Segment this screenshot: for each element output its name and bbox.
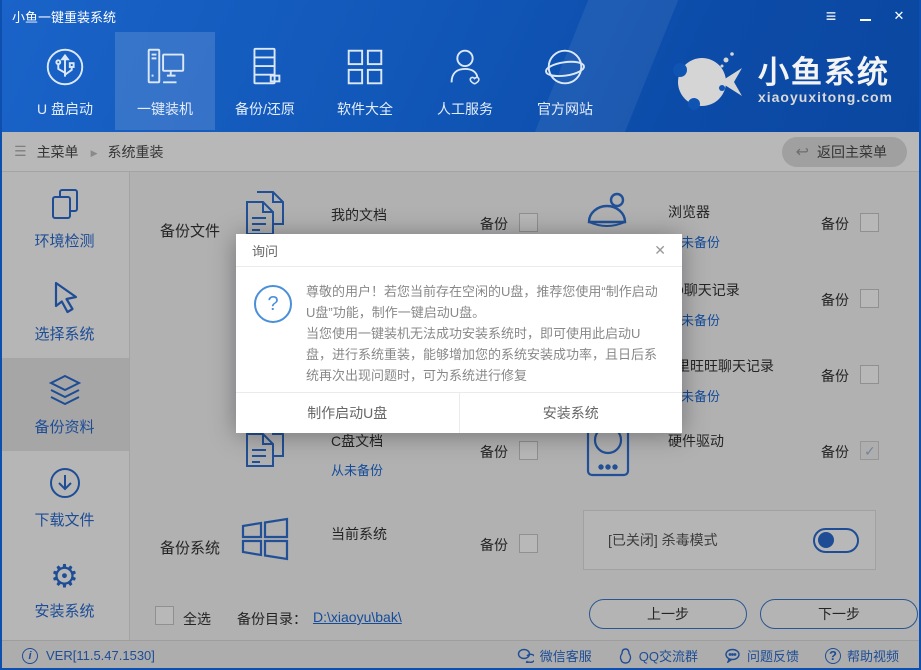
nav-label: 人工服务 — [437, 99, 493, 119]
nav-usb-boot[interactable]: U 盘启动 — [15, 32, 115, 130]
window-controls — [821, 4, 909, 28]
app-header: 小鱼一键重装系统 U 盘启动 一键装机 备份/还原 — [0, 0, 921, 132]
nav-label: 官方网站 — [537, 99, 593, 119]
person-icon — [442, 44, 488, 90]
nav-label: 软件大全 — [337, 99, 393, 119]
install-system-button[interactable]: 安装系统 — [460, 393, 683, 433]
minimize-icon[interactable] — [855, 6, 875, 26]
apps-grid-icon — [342, 44, 388, 90]
question-icon — [254, 285, 292, 323]
fish-logo-icon — [670, 48, 748, 114]
globe-icon — [542, 44, 588, 90]
brand-domain: xiaoyuxitong.com — [758, 89, 893, 105]
app-title: 小鱼一键重装系统 — [12, 7, 116, 26]
dialog-title-bar: 询问 — [236, 234, 682, 267]
usb-icon — [42, 44, 88, 90]
computer-icon — [142, 44, 188, 90]
dialog-close-icon[interactable] — [654, 242, 666, 259]
title-bar: 小鱼一键重装系统 — [0, 0, 921, 32]
nav-official-site[interactable]: 官方网站 — [515, 32, 615, 130]
make-boot-usb-button[interactable]: 制作启动U盘 — [236, 393, 460, 433]
dialog-buttons: 制作启动U盘 安装系统 — [236, 392, 682, 433]
server-icon — [242, 44, 288, 90]
nav-label: U 盘启动 — [37, 99, 93, 119]
brand-name: 小鱼系统 — [758, 57, 893, 90]
dialog-body: 尊敬的用户！若您当前存在空闲的U盘，推荐您使用“制作启动U盘”功能，制作一键启动… — [236, 267, 682, 392]
menu-icon[interactable] — [821, 6, 841, 26]
nav-human-service[interactable]: 人工服务 — [415, 32, 515, 130]
dialog-message-line1: 尊敬的用户！若您当前存在空闲的U盘，推荐您使用“制作启动U盘”功能，制作一键启动… — [306, 281, 664, 323]
close-icon[interactable] — [889, 6, 909, 26]
dialog-title: 询问 — [252, 241, 654, 260]
dialog-message-line2: 当您使用一键装机无法成功安装系统时，即可使用此启动U盘，进行系统重装，能够增加您… — [306, 323, 664, 386]
nav-one-click-install[interactable]: 一键装机 — [115, 32, 215, 130]
inquiry-dialog: 询问 尊敬的用户！若您当前存在空闲的U盘，推荐您使用“制作启动U盘”功能，制作一… — [236, 234, 682, 433]
dialog-message: 尊敬的用户！若您当前存在空闲的U盘，推荐您使用“制作启动U盘”功能，制作一键启动… — [306, 281, 664, 386]
brand-logo: 小鱼系统 xiaoyuxitong.com — [670, 48, 893, 114]
main-nav: U 盘启动 一键装机 备份/还原 软件大全 — [15, 32, 615, 130]
nav-label: 一键装机 — [137, 99, 193, 119]
nav-software-collection[interactable]: 软件大全 — [315, 32, 415, 130]
nav-label: 备份/还原 — [235, 99, 295, 119]
nav-backup-restore[interactable]: 备份/还原 — [215, 32, 315, 130]
